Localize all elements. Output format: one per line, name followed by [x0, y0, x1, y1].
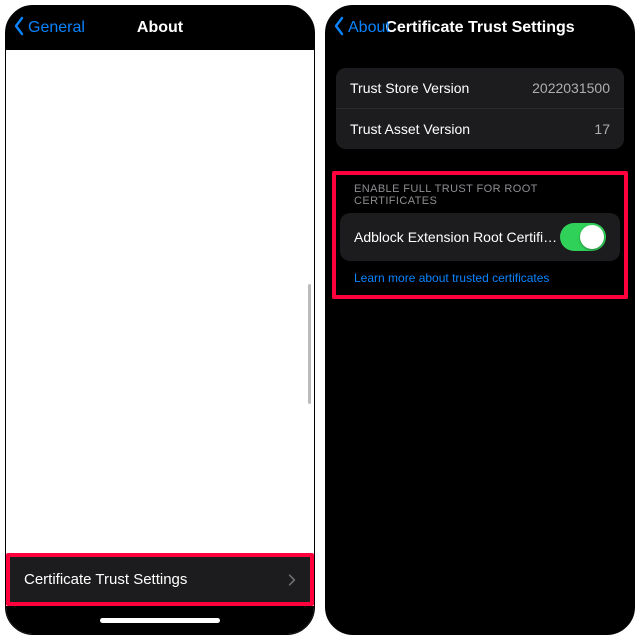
back-label: General: [28, 19, 85, 37]
cert-trust-content: Trust Store Version 2022031500 Trust Ass…: [326, 50, 634, 634]
row-value: 2022031500: [532, 80, 610, 96]
scroll-indicator: [308, 284, 311, 404]
row-label: Certificate Trust Settings: [24, 571, 187, 588]
highlight-cert-trust: Certificate Trust Settings: [6, 553, 314, 606]
row-label: Trust Store Version: [350, 80, 469, 96]
chevron-right-icon: [288, 573, 296, 587]
toggle-knob: [580, 225, 604, 249]
navbar-cert-trust: About Certificate Trust Settings: [326, 6, 634, 50]
phone-left-about: General About Certificate Trust Settings: [5, 5, 315, 635]
about-content-area: Certificate Trust Settings: [6, 50, 314, 634]
section-header-root-certs: ENABLE FULL TRUST FOR ROOT CERTIFICATES: [340, 183, 620, 213]
phone-right-cert-trust: About Certificate Trust Settings Trust S…: [325, 5, 635, 635]
back-button-general[interactable]: General: [12, 16, 85, 41]
toggle-enable-full-trust[interactable]: [560, 223, 606, 251]
toggle-label: Adblock Extension Root Certificat…: [354, 229, 560, 245]
navbar-about: General About: [6, 6, 314, 50]
chevron-left-icon: [332, 16, 346, 41]
row-trust-asset-version: Trust Asset Version 17: [336, 108, 624, 149]
home-indicator-bar: [100, 618, 220, 623]
chevron-left-icon: [12, 16, 26, 41]
home-indicator: [6, 606, 314, 634]
back-button-about[interactable]: About: [332, 16, 390, 41]
row-value: 17: [594, 121, 610, 137]
link-learn-more-trusted-certs[interactable]: Learn more about trusted certificates: [340, 261, 620, 287]
row-trust-store-version: Trust Store Version 2022031500: [336, 68, 624, 108]
back-label: About: [348, 19, 390, 37]
highlight-root-cert-toggle: ENABLE FULL TRUST FOR ROOT CERTIFICATES …: [332, 171, 628, 299]
row-certificate-trust-settings[interactable]: Certificate Trust Settings: [10, 557, 310, 602]
row-adblock-root-cert: Adblock Extension Root Certificat…: [340, 213, 620, 261]
group-trust-versions: Trust Store Version 2022031500 Trust Ass…: [336, 68, 624, 149]
row-label: Trust Asset Version: [350, 121, 470, 137]
